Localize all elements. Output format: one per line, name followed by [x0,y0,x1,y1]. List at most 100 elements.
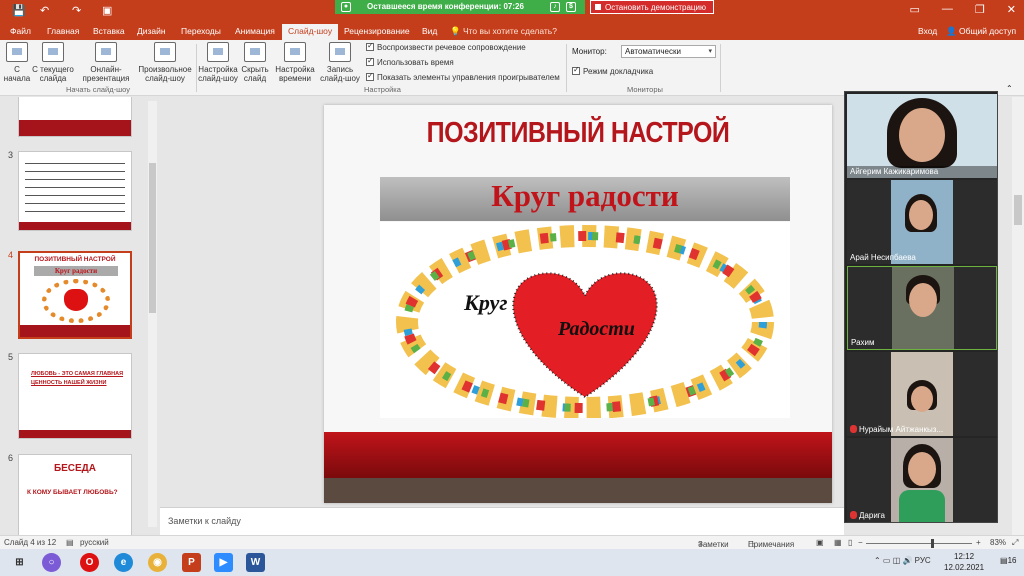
video-participants-panel: Айгерим Кажикаримова Арай Несипбаева Рах… [844,91,998,523]
slide-thumb-5[interactable]: ЛЮБОВЬ - ЭТО САМАЯ ГЛАВНАЯ ЦЕННОСТЬ НАШЕ… [18,353,132,439]
checkbox-icon [366,56,374,66]
checkbox-icon [572,65,580,75]
from-current-button[interactable]: С текущего слайда [31,42,75,83]
current-slide[interactable]: ПОЗИТИВНЫЙ НАСТРОЙ Круг радости Круг Рад… [324,105,832,503]
zoom-slider-handle[interactable] [931,539,934,548]
slide-thumb-6[interactable]: БЕСЕДА К КОМУ БЫВАЕТ ЛЮБОВЬ? [18,454,132,535]
thumb-footer [19,430,131,438]
clock-time: 12:12 [954,552,975,561]
word-icon[interactable]: W [246,553,265,572]
slideshow-current-icon [42,42,64,62]
participant-tile[interactable]: Арай Несипбаева [847,180,997,264]
heart-icon [64,289,88,311]
editor-scrollbar[interactable] [1012,97,1024,535]
chrome-icon[interactable]: ◉ [148,553,167,572]
tell-me-search[interactable]: 💡 Что вы хотите сделать? [450,24,557,40]
undo-icon[interactable]: ↶ [40,4,49,17]
powerpoint-icon[interactable]: P [182,553,201,572]
participant-tile[interactable]: Нурайым Айтжанкыз... [847,352,997,436]
share-button[interactable]: 👤 Общий доступ [946,24,1016,39]
participant-tile[interactable]: Айгерим Кажикаримова [847,94,997,178]
close-icon[interactable]: ✕ [1007,3,1016,16]
spellcheck-icon[interactable]: ▤ [66,538,74,547]
notes-pane[interactable]: Заметки к слайду [160,507,844,535]
tab-home[interactable]: Главная [41,24,85,40]
record-icon [329,42,351,62]
tab-transitions[interactable]: Переходы [175,24,227,40]
timings-label: Использовать время [377,58,454,67]
language-status[interactable]: русский [80,538,109,547]
ribbon-display-icon[interactable]: ▭ [910,3,920,16]
thumb-title: БЕСЕДА [53,463,97,474]
share-screen-icon[interactable]: $ [566,2,576,12]
mic-off-icon [850,425,857,433]
reading-view-icon[interactable]: ▯ [848,538,852,547]
slide-thumb-2[interactable] [18,97,132,137]
minimize-icon[interactable]: — [942,3,953,16]
mic-icon[interactable]: ♪ [550,2,560,12]
save-icon[interactable]: 💾 [12,4,26,17]
setup-label: Настройка слайд-шоу [198,65,238,83]
tab-slideshow[interactable]: Слайд-шоу [282,24,339,40]
hide-slide-button[interactable]: Скрыть слайд [240,42,270,83]
scroll-thumb[interactable] [149,163,156,313]
tab-insert[interactable]: Вставка [87,24,131,40]
edge-icon[interactable]: e [114,553,133,572]
monitor-label: Монитор: [572,47,607,56]
slide-thumb-4[interactable]: ПОЗИТИВНЫЙ НАСТРОЙ Круг радости [18,251,132,339]
sorter-view-icon[interactable]: ▦ [834,538,842,547]
notification-count: 16 [1007,556,1017,565]
login-link[interactable]: Вход [918,24,937,39]
keyboard-language[interactable]: РУС [915,556,931,565]
presenter-view-checkbox[interactable]: Режим докладчика [572,65,653,76]
tab-view[interactable]: Вид [416,24,443,40]
notification-icon: ▤ [1000,556,1008,565]
circle-of-joy-image[interactable]: Круг Радости [380,222,790,419]
mic-off-icon [850,511,857,519]
rehearse-timings-button[interactable]: Настройка времени [274,42,316,83]
start-slideshow-icon[interactable]: ▣ [102,4,112,17]
slide-subtitle[interactable]: Круг радости [380,178,790,214]
start-icon[interactable]: ⊞ [10,553,29,572]
slide-thumb-3[interactable] [18,151,132,231]
thumbnails-scrollbar[interactable] [148,101,157,527]
tab-review[interactable]: Рецензирование [338,24,416,40]
participant-tile[interactable]: Дарига [847,438,997,522]
tab-file[interactable]: Файл [4,24,37,40]
cortana-icon[interactable]: ○ [42,553,61,572]
zoom-level[interactable]: 83% [990,538,1006,547]
participant-tile-active[interactable]: Рахим [847,266,997,350]
from-start-button[interactable]: С начала [3,42,31,83]
monitor-select[interactable]: Автоматически ▾ [621,45,716,58]
online-presentation-button[interactable]: Онлайн-презентация [78,42,134,83]
system-tray[interactable]: ⌃ ▭ ◫ 🔊 РУС [874,556,931,565]
zoom-in-icon[interactable]: + [976,538,981,547]
normal-view-icon[interactable]: ▣ [816,538,824,547]
redo-icon[interactable]: ↷ [72,4,81,17]
zoom-app-icon[interactable]: ▶ [214,553,233,572]
clock[interactable]: 12:12 12.02.2021 [944,551,984,573]
custom-show-icon [154,42,176,62]
notes-toggle-label: Заметки [698,540,729,549]
opera-icon[interactable]: O [80,553,99,572]
stop-demo-button[interactable]: Остановить демонстрацию [590,0,714,14]
tab-design[interactable]: Дизайн [131,24,172,40]
lightbulb-icon: 💡 [450,26,461,36]
collapse-ribbon-icon[interactable]: ⌃ [1006,84,1013,93]
timings-checkbox[interactable]: Использовать время [366,56,454,67]
zoom-out-icon[interactable]: − [858,538,863,547]
ribbon: С начала С текущего слайда Онлайн-презен… [0,40,1024,96]
record-slideshow-button[interactable]: Запись слайд-шоу [318,42,362,83]
notification-center[interactable]: ▤16 [1000,556,1016,565]
zoom-slider[interactable] [866,543,972,544]
setup-slideshow-button[interactable]: Настройка слайд-шоу [198,42,238,83]
narration-checkbox[interactable]: Воспроизвести речевое сопровождение [366,41,526,52]
participant-face [909,200,933,230]
tab-animations[interactable]: Анимация [229,24,281,40]
restore-icon[interactable]: ❐ [975,3,985,16]
scroll-thumb[interactable] [1014,195,1022,225]
controls-checkbox[interactable]: Показать элементы управления проигрывате… [366,71,560,82]
slide-title[interactable]: ПОЗИТИВНЫЙ НАСТРОЙ [324,117,832,150]
custom-slideshow-button[interactable]: Произвольное слайд-шоу [136,42,194,83]
fit-to-window-icon[interactable]: ⤢ [1012,538,1018,548]
